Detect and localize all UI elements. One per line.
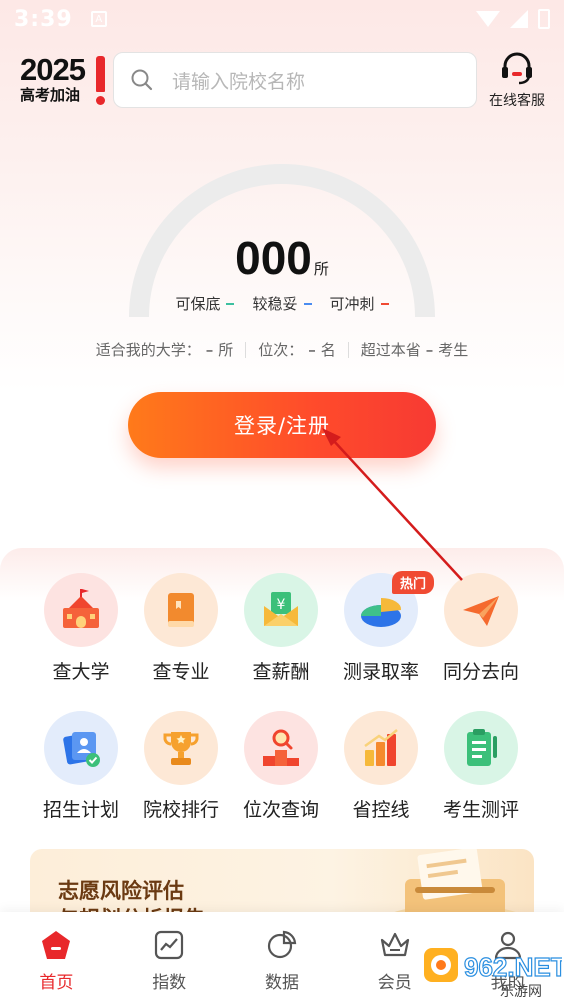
- wifi-icon: [476, 11, 500, 27]
- rank-search-icon: [244, 711, 318, 785]
- tool-find-major[interactable]: 查专业: [131, 573, 231, 684]
- bar-chart-icon: [344, 711, 418, 785]
- university-count-unit: 所: [313, 260, 329, 278]
- tool-rank-query[interactable]: 位次查询: [231, 711, 331, 822]
- university-gauge: 000 所 可保底 较稳妥 可冲刺: [127, 157, 437, 322]
- nav-data[interactable]: 数据: [226, 912, 339, 1004]
- tool-check-salary[interactable]: ¥ 查薪酬: [231, 573, 331, 684]
- headset-icon: [502, 52, 532, 85]
- tool-student-assessment[interactable]: 考生测评: [431, 711, 531, 822]
- data-pie-icon: [267, 930, 297, 959]
- tool-same-score-destination[interactable]: 同分去向: [431, 573, 531, 684]
- index-chart-icon: [155, 930, 184, 960]
- tool-enrollment-plan[interactable]: 招生计划: [31, 711, 131, 822]
- customer-service-label: 在线客服: [489, 93, 545, 109]
- school-icon: [44, 573, 118, 647]
- tool-provincial-line[interactable]: 省控线: [331, 711, 431, 822]
- signal-icon: [510, 10, 528, 28]
- battery-icon: [538, 9, 550, 29]
- salary-envelope-icon: ¥: [244, 573, 318, 647]
- svg-text:乐游网: 乐游网: [500, 984, 542, 1000]
- search-input[interactable]: 请输入院校名称: [113, 52, 477, 108]
- nav-index[interactable]: 指数: [113, 912, 226, 1004]
- header: 2025 高考加油 请输入院校名称 在线客服: [0, 48, 564, 110]
- customer-service-button[interactable]: 在线客服: [477, 50, 557, 110]
- crown-icon: [380, 932, 409, 957]
- tool-admission-rate[interactable]: 热门 测录取率: [331, 571, 434, 684]
- search-icon: [131, 69, 153, 91]
- suitable-label: 适合我的大学：: [95, 341, 201, 359]
- exceed-label: 超过本省: [360, 341, 421, 359]
- gauge-legend: 可保底 较稳妥 可冲刺: [127, 293, 437, 314]
- suitable-value: –: [205, 340, 214, 359]
- legend-stable: 较稳妥: [252, 293, 312, 314]
- trophy-icon: [144, 711, 218, 785]
- rank-label: 位次：: [258, 341, 304, 359]
- app-logo: 2025 高考加油: [20, 54, 110, 110]
- nav-home[interactable]: 首页: [0, 912, 113, 1004]
- search-placeholder: 请输入院校名称: [172, 70, 306, 93]
- user-stats: 适合我的大学： – 所 位次： – 名 超过本省 – 考生: [0, 339, 564, 360]
- tool-find-university[interactable]: 查大学: [31, 573, 131, 684]
- home-icon: [42, 931, 71, 959]
- status-time: 3:39: [14, 6, 73, 32]
- university-count: 000: [235, 232, 312, 284]
- logo-exclamation-icon: [96, 56, 105, 92]
- status-bar: 3:39 A: [0, 0, 564, 38]
- pie-chart-icon: 热门: [344, 571, 434, 647]
- svg-text:¥: ¥: [277, 597, 286, 613]
- exceed-value: –: [425, 340, 434, 359]
- rank-unit: 名: [320, 341, 336, 359]
- tool-university-ranking[interactable]: 院校排行: [131, 711, 231, 822]
- site-watermark: 962.NET 乐游网: [424, 948, 562, 1000]
- rank-value: –: [308, 340, 316, 359]
- suitable-unit: 所: [218, 341, 234, 359]
- clipboard-icon: [444, 711, 518, 785]
- book-icon: [144, 573, 218, 647]
- svg-text:962.NET: 962.NET: [464, 952, 562, 982]
- banner-title: 志愿风险评估: [58, 879, 184, 903]
- notification-a-icon: A: [90, 11, 107, 27]
- paper-plane-icon: [444, 573, 518, 647]
- enrollment-plan-icon: [44, 711, 118, 785]
- exceed-unit: 考生: [438, 341, 469, 359]
- legend-reach: 可冲刺: [330, 293, 389, 314]
- legend-safe: 可保底: [175, 293, 235, 314]
- hot-badge: 热门: [391, 571, 434, 594]
- login-register-button[interactable]: 登录/注册: [128, 392, 436, 458]
